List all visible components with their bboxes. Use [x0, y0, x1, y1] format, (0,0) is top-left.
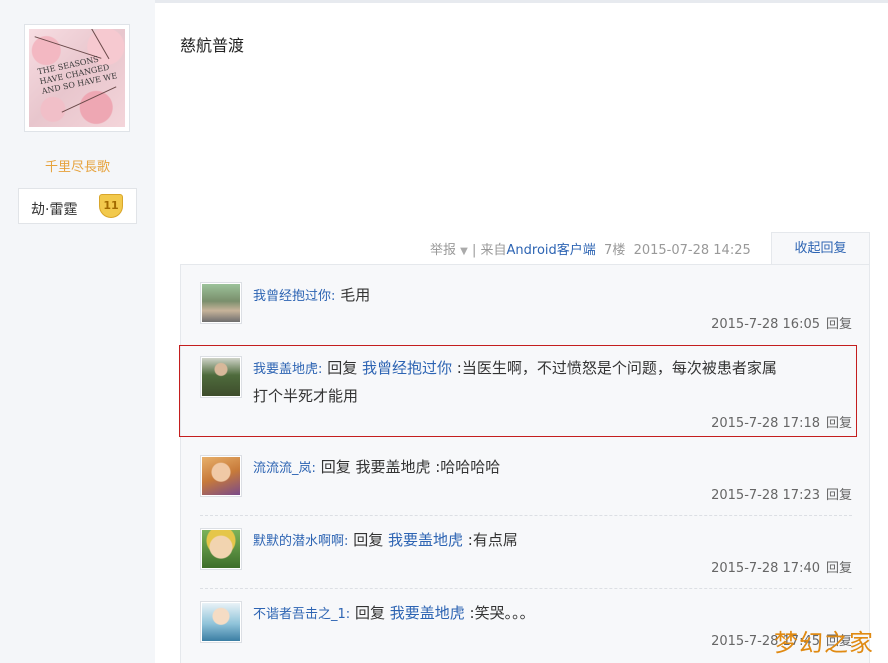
- reply-button[interactable]: 回复: [826, 561, 852, 576]
- reply-time: 2015-7-28 16:05: [711, 317, 820, 332]
- reply-separator: :: [344, 534, 349, 549]
- top-divider: [155, 0, 888, 3]
- collapse-replies-button[interactable]: 收起回复: [771, 232, 870, 266]
- reply-text: :当医生啊，不过愤怒是个问题，每次被患者家属: [456, 359, 777, 377]
- reply-line: 我曾经抱过你: 毛用: [253, 282, 853, 310]
- reply-avatar[interactable]: [200, 528, 242, 570]
- reply-target-user[interactable]: 我要盖地虎: [388, 531, 463, 549]
- author-username[interactable]: 千里尽長歌: [0, 156, 155, 175]
- reply-button[interactable]: 回复: [826, 317, 852, 332]
- site-watermark: 梦幻之家: [774, 629, 874, 657]
- reply-divider: [200, 515, 852, 516]
- reply-line: 不谐者吾击之_1: 回复 我要盖地虎 :笑哭。。。: [253, 600, 853, 628]
- reply-meta: 2015-7-28 17:23 回复: [711, 484, 852, 503]
- reply-panel: 我曾经抱过你: 毛用 2015-7-28 16:05 回复 我要盖地虎: 回复 我…: [179, 264, 870, 663]
- reply-username[interactable]: 流流流_岚: [253, 461, 312, 476]
- reply-separator: :: [331, 289, 336, 304]
- reply-separator: :: [311, 461, 316, 476]
- reply-line: 默默的潜水啊啊: 回复 我要盖地虎 :有点屌: [253, 527, 853, 555]
- reply-text: 回复 我要盖地虎 :哈哈哈哈: [320, 458, 501, 476]
- reply-target-user[interactable]: 我曾经抱过你: [362, 359, 452, 377]
- reply-prefix: 回复: [353, 531, 384, 549]
- reply-meta: 2015-7-28 16:05 回复: [711, 313, 852, 332]
- reply-avatar[interactable]: [200, 356, 242, 398]
- reply-button[interactable]: 回复: [826, 488, 852, 503]
- avatar-image: The seasons have changed and so have we: [29, 29, 125, 127]
- reply-prefix: 回复: [327, 359, 358, 377]
- reply-text: :笑哭。。。: [469, 604, 535, 622]
- reply-meta: 2015-7-28 17:18 回复: [711, 412, 852, 431]
- post-tail: 举报 ▼ | 来自Android客户端 7楼 2015-07-28 14:25: [430, 239, 751, 258]
- badge-label: 劫·雷霆: [31, 202, 78, 218]
- source-prefix: | 来自: [472, 243, 507, 258]
- reply-divider: [200, 588, 852, 589]
- reply-avatar[interactable]: [200, 282, 242, 324]
- reply-time: 2015-7-28 17:18: [711, 416, 820, 431]
- reply-time: 2015-7-28 17:23: [711, 488, 820, 503]
- reply-separator: :: [318, 362, 323, 377]
- member-badge[interactable]: 劫·雷霆 11: [18, 188, 137, 224]
- reply-username[interactable]: 不谐者吾击之_1: [253, 607, 346, 622]
- reply-username[interactable]: 我曾经抱过你: [253, 289, 331, 304]
- reply-avatar[interactable]: [200, 601, 242, 643]
- reply-prefix: 回复: [354, 604, 385, 622]
- reply-separator: :: [345, 607, 351, 622]
- post-time: 2015-07-28 14:25: [633, 243, 751, 258]
- reply-text: 毛用: [340, 286, 371, 304]
- reply-avatar[interactable]: [200, 455, 242, 497]
- reply-button[interactable]: 回复: [826, 416, 852, 431]
- caret-down-icon[interactable]: ▼: [460, 246, 468, 257]
- source-link[interactable]: Android客户端: [507, 243, 596, 258]
- reply-line: 我要盖地虎: 回复 我曾经抱过你 :当医生啊，不过愤怒是个问题，每次被患者家属 …: [253, 355, 853, 409]
- reply-text-continued: 打个半死才能用: [253, 387, 359, 405]
- reply-meta: 2015-7-28 17:40 回复: [711, 557, 852, 576]
- author-avatar[interactable]: The seasons have changed and so have we: [24, 24, 130, 132]
- level-shield-icon: 11: [99, 194, 123, 218]
- reply-target-user[interactable]: 我要盖地虎: [390, 604, 465, 622]
- reply-text: :有点屌: [467, 531, 518, 549]
- reply-line: 流流流_岚: 回复 我要盖地虎 :哈哈哈哈: [253, 454, 853, 482]
- reply-username[interactable]: 我要盖地虎: [253, 362, 318, 377]
- floor-number: 7楼: [604, 243, 626, 258]
- reply-username[interactable]: 默默的潜水啊啊: [253, 534, 344, 549]
- post-content: 慈航普渡: [180, 36, 245, 55]
- reply-time: 2015-7-28 17:40: [711, 561, 820, 576]
- report-link[interactable]: 举报: [430, 243, 456, 258]
